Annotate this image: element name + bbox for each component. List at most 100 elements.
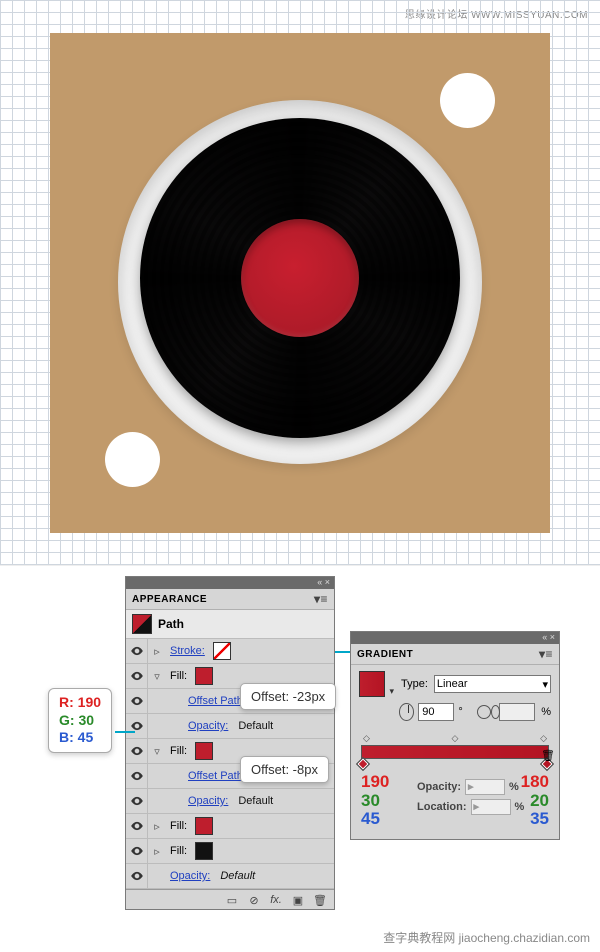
panel-drag-bar[interactable]: « × bbox=[351, 632, 559, 644]
left-stop-rgb: 190 30 45 bbox=[361, 773, 389, 829]
opacity-row-3[interactable]: Opacity: Default bbox=[126, 864, 334, 889]
opacity-label[interactable]: Opacity: bbox=[184, 720, 232, 732]
left-g: 30 bbox=[361, 792, 389, 811]
appearance-panel-header: APPEARANCE ▾≡ bbox=[126, 589, 334, 610]
visibility-toggle[interactable] bbox=[126, 864, 148, 888]
opacity-value: Default bbox=[238, 795, 273, 807]
offset-path-link[interactable]: Offset Path bbox=[184, 770, 247, 782]
delete-stop-icon[interactable]: 🗑 bbox=[541, 749, 555, 762]
stroke-row[interactable]: ▹ Stroke: bbox=[126, 639, 334, 664]
target-thumbnail bbox=[132, 614, 152, 634]
leader-line bbox=[335, 651, 351, 653]
g-value: G: 30 bbox=[59, 712, 101, 730]
appearance-panel[interactable]: « × APPEARANCE ▾≡ Path ▹ Stroke: ▿ Fill:… bbox=[125, 576, 335, 910]
right-r: 180 bbox=[521, 773, 549, 792]
fill-row-3[interactable]: ▹ Fill: bbox=[126, 814, 334, 839]
canvas-grid bbox=[0, 0, 600, 565]
opacity-field[interactable]: ▸ bbox=[465, 779, 505, 795]
offset-path-link[interactable]: Offset Path bbox=[184, 695, 247, 707]
angle-dial[interactable] bbox=[399, 703, 414, 721]
gradient-panel-header: GRADIENT ▾≡ bbox=[351, 644, 559, 665]
gradient-type-value: Linear bbox=[437, 678, 468, 690]
gradient-ramp[interactable] bbox=[361, 745, 549, 759]
visibility-toggle[interactable] bbox=[126, 714, 148, 738]
fill-row-4[interactable]: ▹ Fill: bbox=[126, 839, 334, 864]
right-stop-rgb: 180 20 35 bbox=[521, 773, 549, 829]
fx-icon[interactable]: fx. bbox=[268, 892, 284, 908]
gradient-type-select[interactable]: Linear ▾ bbox=[434, 675, 551, 693]
angle-value: 90 bbox=[422, 706, 434, 718]
fill-label: Fill: bbox=[166, 820, 191, 832]
panels-area: « × APPEARANCE ▾≡ Path ▹ Stroke: ▿ Fill:… bbox=[0, 565, 600, 952]
location-field-label: Location: bbox=[417, 801, 467, 813]
offset-callout-1: Offset: -23px bbox=[240, 683, 336, 710]
expand-icon[interactable]: ▿ bbox=[148, 745, 166, 758]
gradient-title: GRADIENT bbox=[357, 649, 413, 660]
opacity-value: Default bbox=[220, 870, 255, 882]
panel-drag-bar[interactable]: « × bbox=[126, 577, 334, 589]
visibility-toggle[interactable] bbox=[126, 639, 148, 663]
percent-label: % bbox=[515, 801, 525, 813]
duplicate-icon[interactable]: ▣ bbox=[290, 892, 306, 908]
gradient-preview-swatch[interactable] bbox=[359, 671, 385, 697]
appearance-target-row[interactable]: Path bbox=[126, 610, 334, 639]
fill-swatch[interactable] bbox=[195, 842, 213, 860]
opacity-stop-icon[interactable]: ◇ bbox=[363, 733, 370, 744]
expand-icon[interactable]: ▿ bbox=[148, 670, 166, 683]
fill-swatch[interactable] bbox=[195, 667, 213, 685]
visibility-toggle[interactable] bbox=[126, 664, 148, 688]
visibility-toggle[interactable] bbox=[126, 689, 148, 713]
midpoint-icon[interactable]: ◇ bbox=[452, 733, 459, 744]
gradient-stop-left[interactable] bbox=[356, 757, 370, 771]
gradient-panel[interactable]: « × GRADIENT ▾≡ Type: Linear ▾ 90 ° % bbox=[350, 631, 560, 840]
target-name: Path bbox=[158, 617, 184, 631]
bottom-watermark: 查字典教程网 jiaocheng.chazidian.com bbox=[383, 929, 590, 946]
peg-top-right bbox=[440, 73, 495, 128]
opacity-stop-icon[interactable]: ◇ bbox=[540, 733, 547, 744]
right-b: 35 bbox=[521, 810, 549, 829]
percent-label: % bbox=[541, 706, 551, 718]
stroke-label[interactable]: Stroke: bbox=[166, 645, 209, 657]
expand-icon[interactable]: ▹ bbox=[148, 645, 166, 658]
opacity-label[interactable]: Opacity: bbox=[184, 795, 232, 807]
new-art-icon[interactable]: ▭ bbox=[224, 892, 240, 908]
left-b: 45 bbox=[361, 810, 389, 829]
expand-icon[interactable]: ▹ bbox=[148, 820, 166, 833]
rgb-callout: R: 190 G: 30 B: 45 bbox=[48, 688, 112, 753]
peg-bottom-left bbox=[105, 432, 160, 487]
visibility-toggle[interactable] bbox=[126, 739, 148, 763]
ratio-input[interactable] bbox=[499, 703, 535, 721]
visibility-toggle[interactable] bbox=[126, 814, 148, 838]
vinyl-record[interactable] bbox=[140, 118, 460, 438]
visibility-toggle[interactable] bbox=[126, 839, 148, 863]
panel-menu-icon[interactable]: ▾≡ bbox=[539, 647, 553, 661]
r-value: R: 190 bbox=[59, 694, 101, 712]
clear-icon[interactable]: ⊘ bbox=[246, 892, 262, 908]
expand-icon[interactable]: ▹ bbox=[148, 845, 166, 858]
appearance-title: APPEARANCE bbox=[132, 594, 207, 605]
leader-line bbox=[115, 731, 135, 733]
fill-swatch[interactable] bbox=[195, 742, 213, 760]
fill-swatch[interactable] bbox=[195, 817, 213, 835]
visibility-toggle[interactable] bbox=[126, 789, 148, 813]
gradient-field-column: Opacity: ▸ % Location: ▸ % bbox=[417, 779, 524, 815]
no-stroke-swatch[interactable] bbox=[213, 642, 231, 660]
fill-label: Fill: bbox=[166, 845, 191, 857]
fill-label: Fill: bbox=[166, 670, 191, 682]
panel-collapse-icon[interactable]: « × bbox=[542, 632, 555, 642]
opacity-value: Default bbox=[238, 720, 273, 732]
aspect-ratio-icon[interactable] bbox=[477, 705, 495, 719]
opacity-row-2[interactable]: Opacity: Default bbox=[126, 789, 334, 814]
panel-collapse-icon[interactable]: « × bbox=[317, 577, 330, 587]
angle-input[interactable]: 90 bbox=[418, 703, 454, 721]
appearance-footer: ▭ ⊘ fx. ▣ 🗑 bbox=[126, 889, 334, 909]
chevron-down-icon: ▾ bbox=[542, 678, 548, 691]
opacity-row-1[interactable]: Opacity: Default bbox=[126, 714, 334, 739]
b-value: B: 45 bbox=[59, 729, 101, 747]
opacity-label[interactable]: Opacity: bbox=[166, 870, 214, 882]
visibility-toggle[interactable] bbox=[126, 764, 148, 788]
trash-icon[interactable]: 🗑 bbox=[312, 892, 328, 908]
gradient-type-label: Type: bbox=[401, 678, 428, 690]
location-field[interactable]: ▸ bbox=[471, 799, 511, 815]
panel-menu-icon[interactable]: ▾≡ bbox=[314, 592, 328, 606]
